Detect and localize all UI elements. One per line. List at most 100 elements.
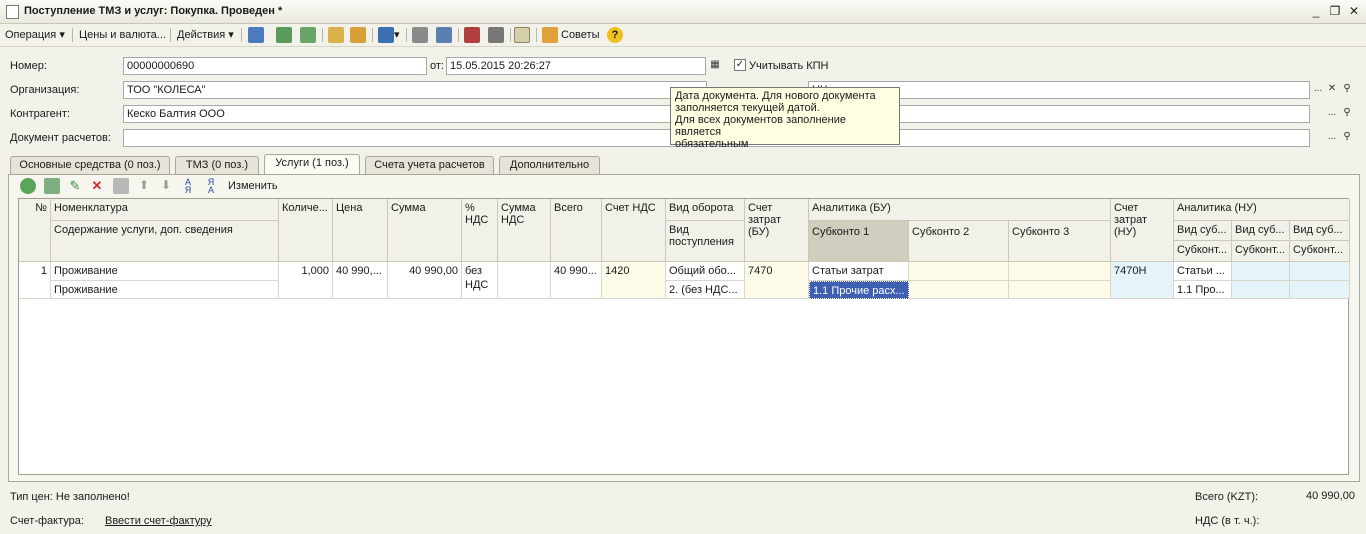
col-vat-account[interactable]: Счет НДС: [602, 199, 666, 262]
cell-content[interactable]: Проживание: [51, 281, 279, 299]
col-price[interactable]: Цена: [333, 199, 388, 262]
col-number[interactable]: №: [19, 199, 51, 262]
cell-vat-account[interactable]: 1420: [602, 262, 666, 299]
kpn-checkbox[interactable]: ✓: [734, 59, 746, 71]
edit-icon[interactable]: ✎: [67, 178, 83, 194]
cell-price[interactable]: 40 990,...: [333, 262, 388, 299]
tab-inventory[interactable]: ТМЗ (0 поз.): [175, 156, 259, 174]
cell-sum[interactable]: 40 990,00: [388, 262, 462, 299]
debit-credit-icon[interactable]: [464, 27, 480, 43]
select-ellipsis-icon[interactable]: ...: [1325, 129, 1339, 146]
cell-total[interactable]: 40 990...: [551, 262, 602, 299]
post-icon[interactable]: [248, 27, 264, 43]
invoice-link[interactable]: Ввести счет-фактуру: [105, 515, 212, 527]
minimize-icon[interactable]: _: [1308, 4, 1324, 20]
search-icon[interactable]: ⚲: [1340, 129, 1354, 146]
move-down-icon[interactable]: ⬇: [158, 178, 174, 194]
col-cost-account-bu[interactable]: Счет затрат (БУ): [745, 199, 809, 262]
select-ellipsis-icon[interactable]: ...: [1325, 105, 1339, 122]
cell-subconto-2-type[interactable]: [909, 262, 1009, 281]
cell-subconto-1-value[interactable]: 1.1 Прочие расх...: [809, 281, 909, 299]
select-ellipsis-icon[interactable]: ...: [1311, 81, 1325, 98]
col-subconto-type-2[interactable]: Вид суб...: [1232, 221, 1290, 241]
col-total[interactable]: Всего: [551, 199, 602, 262]
col-subconto-type-3[interactable]: Вид суб...: [1290, 221, 1350, 241]
cell-nu-subconto-1[interactable]: 1.1 Про...: [1174, 281, 1232, 299]
end-edit-icon[interactable]: [113, 178, 129, 194]
col-analytics-nu[interactable]: Аналитика (НУ): [1174, 199, 1350, 221]
col-analytics-bu[interactable]: Аналитика (БУ): [809, 199, 1111, 221]
cell-subconto-3-value[interactable]: [1009, 281, 1111, 299]
sort-asc-icon[interactable]: AЯ: [180, 178, 196, 195]
col-turnover-type[interactable]: Вид оборота: [666, 199, 745, 221]
col-subconto-nu-3[interactable]: Субконт...: [1290, 241, 1350, 262]
selection-icon[interactable]: [436, 27, 452, 43]
prices-button[interactable]: Цены и валюта...: [76, 26, 169, 44]
change-button[interactable]: Изменить: [228, 180, 278, 192]
report-icon[interactable]: [488, 27, 504, 43]
cell-turnover-type[interactable]: Общий обо...: [666, 262, 745, 281]
col-subconto-3[interactable]: Субконто 3: [1009, 221, 1111, 262]
restore-icon[interactable]: ❐: [1327, 4, 1343, 20]
sort-desc-icon[interactable]: ЯA: [203, 178, 219, 195]
price-type-label[interactable]: Тип цен: Не заполнено!: [10, 491, 130, 503]
col-subconto-2[interactable]: Субконто 2: [909, 221, 1009, 262]
number-field[interactable]: 00000000690: [123, 57, 427, 75]
operation-menu[interactable]: Операция ▾: [2, 26, 68, 44]
text-format-icon[interactable]: [514, 27, 530, 43]
cell-subconto-1-type[interactable]: Статьи затрат: [809, 262, 909, 281]
cell-nomenclature[interactable]: Проживание: [51, 262, 279, 281]
col-sum[interactable]: Сумма: [388, 199, 462, 262]
calendar-icon[interactable]: ▦: [708, 57, 722, 74]
search-icon[interactable]: ⚲: [1340, 105, 1354, 122]
col-cost-account-nu[interactable]: Счет затрат (НУ): [1111, 199, 1174, 262]
cell-quantity[interactable]: 1,000: [279, 262, 333, 299]
delete-icon[interactable]: ✕: [89, 178, 105, 194]
organization-field[interactable]: ТОО "КОЛЕСА": [123, 81, 707, 99]
tab-services[interactable]: Услуги (1 поз.): [264, 154, 360, 175]
col-quantity[interactable]: Количе...: [279, 199, 333, 262]
cell-vat-rate[interactable]: без НДС: [462, 262, 498, 299]
cell-subconto-2-value[interactable]: [909, 281, 1009, 299]
move-up-icon[interactable]: ⬆: [136, 178, 152, 194]
col-subconto-type-1[interactable]: Вид суб...: [1174, 221, 1232, 241]
col-vat-rate[interactable]: % НДС: [462, 199, 498, 262]
advice-icon[interactable]: [542, 27, 558, 43]
add-icon[interactable]: [20, 178, 36, 194]
actions-menu[interactable]: Действия ▾: [174, 26, 237, 44]
cell-receipt-type[interactable]: 2. (без НДС...: [666, 281, 745, 299]
search-icon[interactable]: ⚲: [1340, 81, 1354, 98]
cell-nu-subconto-type-2[interactable]: [1232, 262, 1290, 281]
cell-nu-subconto-2[interactable]: [1232, 281, 1290, 299]
col-subconto-1[interactable]: Субконто 1: [809, 221, 909, 262]
col-receipt-type[interactable]: Вид поступления: [666, 221, 745, 262]
date-field[interactable]: 15.05.2015 20:26:27: [446, 57, 706, 75]
refresh-icon[interactable]: [276, 27, 292, 43]
col-subconto-nu-1[interactable]: Субконт...: [1174, 241, 1232, 262]
col-subconto-nu-2[interactable]: Субконт...: [1232, 241, 1290, 262]
cell-subconto-3-type[interactable]: [1009, 262, 1111, 281]
cell-nu-subconto-3[interactable]: [1290, 281, 1350, 299]
cell-cost-account-nu[interactable]: 7470Н: [1111, 262, 1174, 299]
copy-icon[interactable]: [300, 27, 316, 43]
print-icon[interactable]: [350, 27, 366, 43]
tab-additional[interactable]: Дополнительно: [499, 156, 600, 174]
list-icon[interactable]: [412, 27, 428, 43]
col-vat-sum[interactable]: Сумма НДС: [498, 199, 551, 262]
close-icon[interactable]: ✕: [1346, 4, 1362, 20]
chevron-down-icon[interactable]: ▾: [394, 26, 400, 44]
counterparty-field[interactable]: Кеско Балтия ООО: [123, 105, 707, 123]
cell-nu-subconto-type-1[interactable]: Статьи ...: [1174, 262, 1232, 281]
advice-button[interactable]: Советы: [558, 26, 602, 44]
cell-cost-account-bu[interactable]: 7470: [745, 262, 809, 299]
tab-settlement-accounts[interactable]: Счета учета расчетов: [365, 156, 494, 174]
cell-vat-sum[interactable]: [498, 262, 551, 299]
copy-row-icon[interactable]: [44, 178, 60, 194]
col-content[interactable]: Содержание услуги, доп. сведения: [51, 221, 279, 262]
structure-icon[interactable]: [328, 27, 344, 43]
help-icon[interactable]: ?: [607, 27, 623, 43]
goto-icon[interactable]: [378, 27, 394, 43]
col-nomenclature[interactable]: Номенклатура: [51, 199, 279, 221]
tab-fixed-assets[interactable]: Основные средства (0 поз.): [10, 156, 170, 174]
cell-number[interactable]: 1: [19, 262, 51, 299]
